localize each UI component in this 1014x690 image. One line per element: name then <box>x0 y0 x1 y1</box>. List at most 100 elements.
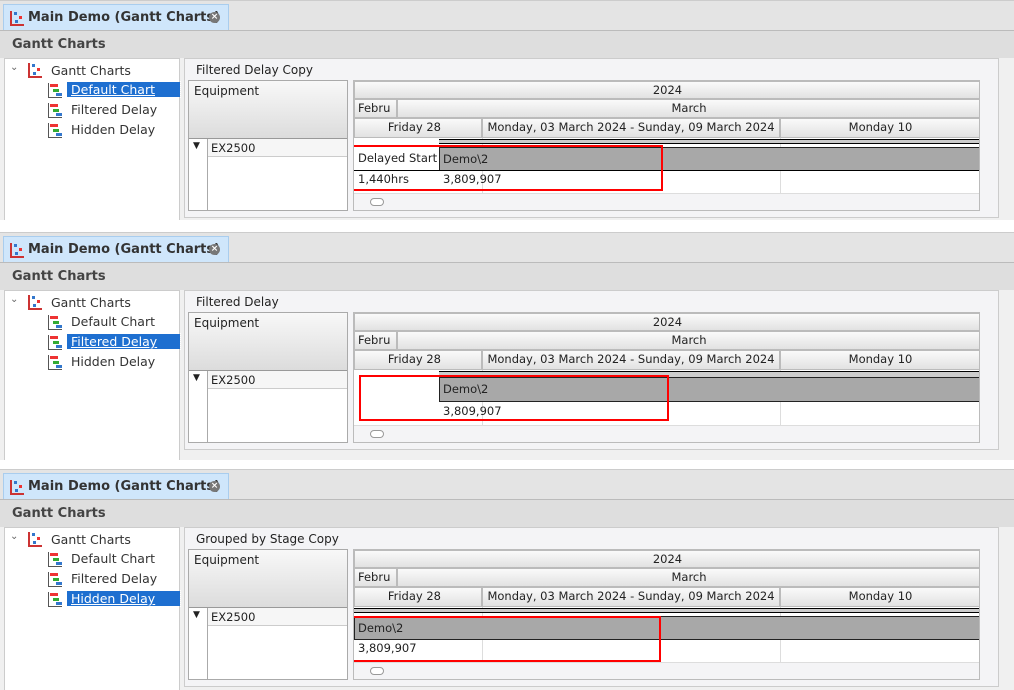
equipment-column-header[interactable]: Equipment <box>189 550 347 608</box>
timeline: 2024 Febru March Friday 28 Monday, 03 March … <box>353 549 980 680</box>
chart-panel: Grouped by Stage Copy Equipment ▼ EX2500 202… <box>184 527 999 687</box>
expand-row-icon[interactable]: ▼ <box>193 373 200 383</box>
chevron-down-icon[interactable]: ⌄ <box>10 294 18 305</box>
app-icon <box>9 10 25 30</box>
gantt-panel: Main Demo (Gantt Charts) × Gantt Charts ⌄ Ga… <box>0 232 1014 460</box>
gantt-root-icon <box>27 531 43 550</box>
tab-main-demo[interactable]: Main Demo (Gantt Charts) × <box>3 473 229 500</box>
tree-item-filtered-delay[interactable]: Filtered Delay <box>66 333 181 350</box>
equipment-row-cell[interactable]: EX2500 <box>208 139 347 157</box>
tab-bar: Main Demo (Gantt Charts) × <box>0 0 1014 31</box>
section-title: Gantt Charts <box>12 506 106 521</box>
close-icon[interactable]: × <box>209 12 220 23</box>
tab-bar: Main Demo (Gantt Charts) × <box>0 232 1014 263</box>
timeline-year-header: 2024 <box>354 550 979 568</box>
timeline-day-header: Friday 28 <box>354 587 482 607</box>
highlight-box <box>354 616 661 662</box>
equipment-grid: Equipment ▼ EX2500 <box>188 312 348 443</box>
equipment-grid: Equipment ▼ EX2500 <box>188 549 348 680</box>
gantt-chart-icon <box>47 314 63 333</box>
equipment-column-header[interactable]: Equipment <box>189 313 347 371</box>
timeline: 2024 Febru March Friday 28 Monday, 03 March … <box>353 80 980 211</box>
chevron-down-icon[interactable]: ⌄ <box>10 531 18 542</box>
equipment-header-label: Equipment <box>194 84 260 98</box>
app-icon <box>9 242 25 262</box>
gantt-panel: Main Demo (Gantt Charts) × Gantt Charts ⌄ Ga… <box>0 0 1014 220</box>
horizontal-scrollbar[interactable] <box>354 425 979 442</box>
tree-root-label[interactable]: Gantt Charts <box>51 295 131 310</box>
tab-title: Main Demo (Gantt Charts) <box>28 479 221 494</box>
horizontal-scrollbar[interactable] <box>354 193 979 210</box>
chart-panel: Filtered Delay Copy Equipment ▼ EX2500 2024 F… <box>184 58 999 218</box>
close-icon[interactable]: × <box>209 481 220 492</box>
gantt-chart-icon <box>47 82 63 101</box>
tree-item-default-chart[interactable]: Default Chart <box>71 551 155 566</box>
tree-root-label[interactable]: Gantt Charts <box>51 63 131 78</box>
chart-panel: Filtered Delay Equipment ▼ EX2500 2024 Febru M… <box>184 290 999 450</box>
timeline-year-header: 2024 <box>354 313 979 331</box>
gantt-root-icon <box>27 294 43 313</box>
timeline-month: March <box>397 331 979 350</box>
tree-item-default-chart[interactable]: Default Chart <box>66 81 181 98</box>
tab-main-demo[interactable]: Main Demo (Gantt Charts) × <box>3 236 229 263</box>
highlight-box <box>354 145 663 191</box>
timeline-week-header: Monday, 03 March 2024 - Sunday, 09 March… <box>482 118 780 138</box>
timeline-day-header: Monday 10 <box>780 587 979 607</box>
gantt-chart-icon <box>47 102 63 121</box>
section-header: Gantt Charts <box>0 30 1014 58</box>
timeline-week-header: Monday, 03 March 2024 - Sunday, 09 March… <box>482 587 780 607</box>
section-header: Gantt Charts <box>0 262 1014 290</box>
chart-title: Grouped by Stage Copy <box>196 532 339 546</box>
equipment-header-label: Equipment <box>194 316 260 330</box>
timeline-day-header: Monday 10 <box>780 118 979 138</box>
tree-item-default-chart[interactable]: Default Chart <box>71 314 155 329</box>
bar-top-line <box>439 139 979 144</box>
tree-view: ⌄ Gantt Charts Default Chart Filtered Delay… <box>4 290 181 460</box>
chevron-down-icon[interactable]: ⌄ <box>10 62 18 73</box>
gantt-chart-icon <box>47 122 63 141</box>
chart-title: Filtered Delay <box>196 295 279 309</box>
tree-item-hidden-delay[interactable]: Hidden Delay <box>71 122 155 137</box>
scroll-thumb[interactable] <box>370 430 384 438</box>
tree-item-filtered-delay[interactable]: Filtered Delay <box>71 571 157 586</box>
expand-row-icon[interactable]: ▼ <box>193 141 200 151</box>
gantt-chart-icon <box>47 591 63 610</box>
tree-item-hidden-delay[interactable]: Hidden Delay <box>71 354 155 369</box>
timeline-month: March <box>397 568 979 587</box>
timeline-day-header: Monday 10 <box>780 350 979 370</box>
app-icon <box>9 479 25 499</box>
tab-main-demo[interactable]: Main Demo (Gantt Charts) × <box>3 4 229 31</box>
scroll-thumb[interactable] <box>370 198 384 206</box>
tab-bar: Main Demo (Gantt Charts) × <box>0 469 1014 500</box>
bar-top-line <box>354 608 979 613</box>
gantt-chart-icon <box>47 551 63 570</box>
timeline-month-prev: Febru <box>354 99 397 118</box>
highlight-box <box>359 375 669 421</box>
close-icon[interactable]: × <box>209 244 220 255</box>
chart-title: Filtered Delay Copy <box>196 63 313 77</box>
equipment-row-cell[interactable]: EX2500 <box>208 371 347 389</box>
tree-item-filtered-delay[interactable]: Filtered Delay <box>71 102 157 117</box>
timeline-month-prev: Febru <box>354 331 397 350</box>
tab-title: Main Demo (Gantt Charts) <box>28 10 221 25</box>
section-header: Gantt Charts <box>0 499 1014 527</box>
equipment-header-label: Equipment <box>194 553 260 567</box>
equipment-column-header[interactable]: Equipment <box>189 81 347 139</box>
tree-view: ⌄ Gantt Charts Default Chart Filtered Delay… <box>4 527 181 690</box>
gantt-chart-icon <box>47 354 63 373</box>
scroll-thumb[interactable] <box>370 667 384 675</box>
equipment-row-cell[interactable]: EX2500 <box>208 608 347 626</box>
gantt-panel: Main Demo (Gantt Charts) × Gantt Charts ⌄ Ga… <box>0 469 1014 690</box>
timeline-week-header: Monday, 03 March 2024 - Sunday, 09 March… <box>482 350 780 370</box>
timeline-day-header: Friday 28 <box>354 118 482 138</box>
section-title: Gantt Charts <box>12 37 106 52</box>
horizontal-scrollbar[interactable] <box>354 662 979 679</box>
expand-row-icon[interactable]: ▼ <box>193 610 200 620</box>
gantt-root-icon <box>27 62 43 81</box>
timeline: 2024 Febru March Friday 28 Monday, 03 March … <box>353 312 980 443</box>
section-title: Gantt Charts <box>12 269 106 284</box>
tree-root-label[interactable]: Gantt Charts <box>51 532 131 547</box>
timeline-day-header: Friday 28 <box>354 350 482 370</box>
tree-item-hidden-delay[interactable]: Hidden Delay <box>66 590 181 607</box>
timeline-month-prev: Febru <box>354 568 397 587</box>
